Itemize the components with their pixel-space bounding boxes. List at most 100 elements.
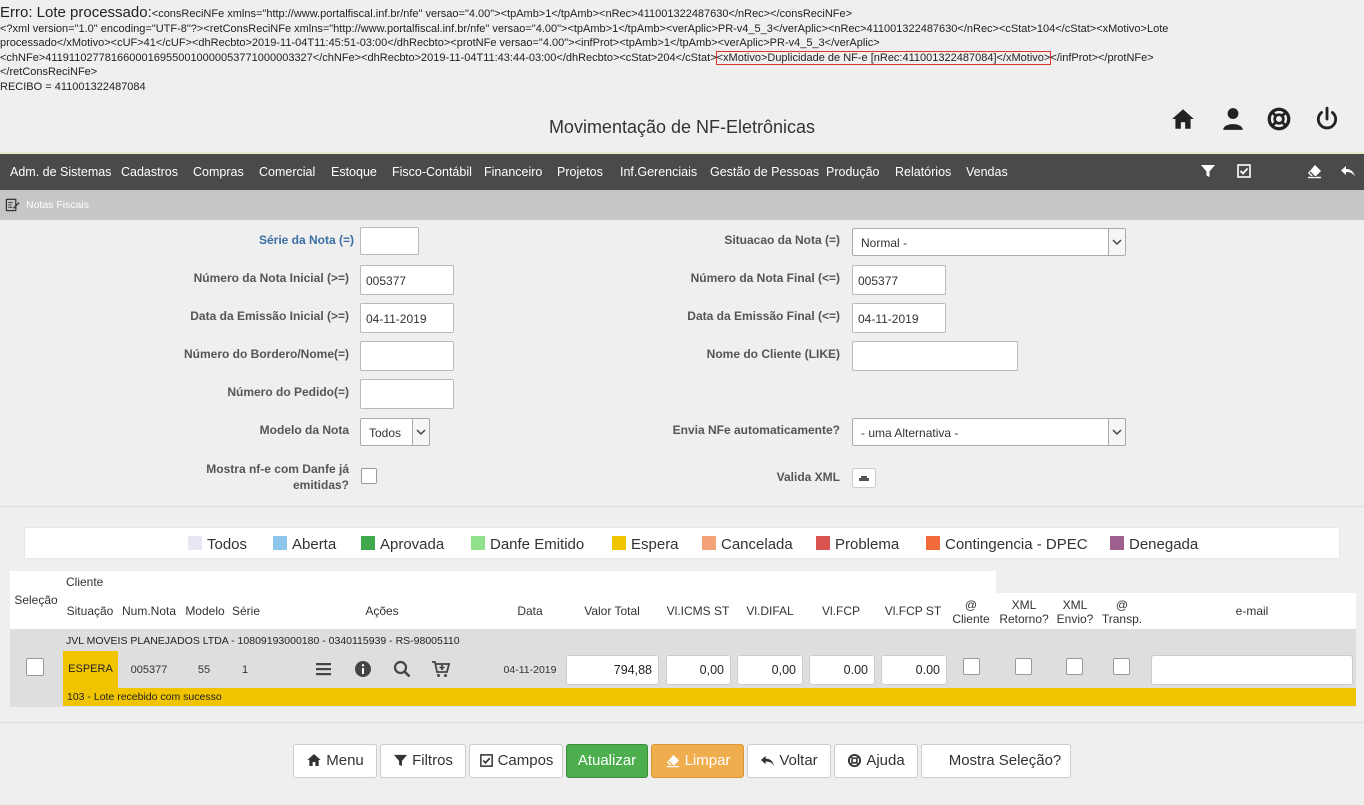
row-data: 04-11-2019 bbox=[503, 664, 557, 676]
ajuda-button[interactable]: Ajuda bbox=[834, 744, 918, 778]
legend-swatch bbox=[612, 536, 626, 550]
undo-icon[interactable] bbox=[1340, 163, 1358, 181]
menu-adm-sistemas[interactable]: Adm. de Sistemas bbox=[10, 154, 111, 190]
data-final-input[interactable]: 04-11-2019 bbox=[852, 303, 946, 333]
legend-swatch bbox=[273, 536, 287, 550]
legend-label: Contingencia - DPEC bbox=[945, 536, 1088, 553]
col-email-cliente: @ Cliente bbox=[948, 598, 994, 626]
search-icon[interactable] bbox=[393, 660, 413, 678]
num-inicial-label: Número da Nota Inicial (>=) bbox=[193, 271, 349, 285]
col-vl-fcp-st[interactable]: Vl.FCP ST bbox=[880, 604, 946, 618]
cliente-input[interactable] bbox=[852, 341, 1018, 371]
menu-bars-icon[interactable] bbox=[315, 660, 335, 678]
legend-swatch bbox=[188, 536, 202, 550]
info-icon[interactable] bbox=[354, 660, 374, 678]
pedido-input[interactable] bbox=[360, 379, 454, 409]
row-cliente: JVL MOVEIS PLANEJADOS LTDA - 10809193000… bbox=[66, 635, 460, 647]
row-email-cliente-checkbox[interactable] bbox=[963, 658, 980, 675]
col-vl-icms-st[interactable]: Vl.ICMS ST bbox=[666, 604, 730, 618]
legend-problema[interactable]: Problema bbox=[816, 536, 899, 553]
help-lifebuoy-icon[interactable] bbox=[1266, 106, 1294, 134]
col-selecao: Seleção bbox=[10, 571, 62, 629]
col-acoes: Ações bbox=[365, 604, 399, 618]
menu-relatorios[interactable]: Relatórios bbox=[895, 154, 951, 190]
chevron-down-icon bbox=[412, 419, 429, 445]
serie-input[interactable] bbox=[360, 227, 419, 255]
checkbox-icon bbox=[479, 754, 493, 767]
row-vl-fcp-st[interactable]: 0.00 bbox=[881, 655, 947, 685]
valida-xml-button[interactable] bbox=[852, 468, 876, 488]
filtros-button-label: Filtros bbox=[412, 752, 453, 769]
limpar-button[interactable]: Limpar bbox=[651, 744, 744, 778]
menu-fisco-contabil[interactable]: Fisco-Contábil bbox=[392, 154, 472, 190]
error-line1: <consReciNFe xmlns="http://www.portalfis… bbox=[151, 8, 853, 20]
col-vl-difal[interactable]: Vl.DIFAL bbox=[738, 604, 802, 618]
row-valor-total[interactable]: 794,88 bbox=[566, 655, 659, 685]
col-serie[interactable]: Série bbox=[228, 604, 264, 618]
situacao-select-value: Normal - bbox=[861, 236, 908, 250]
col-situacao[interactable]: Situação bbox=[64, 604, 116, 618]
menu-comercial[interactable]: Comercial bbox=[259, 154, 315, 190]
menu-button[interactable]: Menu bbox=[293, 744, 377, 778]
row-xml-retorno-checkbox[interactable] bbox=[1015, 658, 1032, 675]
row-select-checkbox[interactable] bbox=[26, 658, 44, 676]
menu-compras[interactable]: Compras bbox=[193, 154, 244, 190]
col-data[interactable]: Data bbox=[500, 604, 560, 618]
mostra-danfe-checkbox[interactable] bbox=[361, 468, 377, 484]
row-vl-fcp[interactable]: 0.00 bbox=[809, 655, 875, 685]
user-icon[interactable] bbox=[1220, 106, 1248, 134]
col-num-nota[interactable]: Num.Nota bbox=[119, 604, 179, 618]
menu-financeiro[interactable]: Financeiro bbox=[484, 154, 542, 190]
menu-inf-gerenciais[interactable]: Inf.Gerenciais bbox=[620, 154, 697, 190]
menu-cadastros[interactable]: Cadastros bbox=[121, 154, 178, 190]
filtros-button[interactable]: Filtros bbox=[380, 744, 466, 778]
voltar-button[interactable]: Voltar bbox=[747, 744, 831, 778]
breadcrumb-label[interactable]: Notas Fiscais bbox=[26, 199, 89, 211]
eraser-icon[interactable] bbox=[1306, 163, 1324, 181]
col-cliente: Cliente bbox=[66, 575, 104, 589]
col-valor-total[interactable]: Valor Total bbox=[566, 604, 658, 618]
row-vl-icms-st[interactable]: 0,00 bbox=[666, 655, 731, 685]
num-final-input[interactable]: 005377 bbox=[852, 265, 946, 295]
col-modelo[interactable]: Modelo bbox=[182, 604, 228, 618]
row-vl-difal[interactable]: 0,00 bbox=[737, 655, 803, 685]
menu-estoque[interactable]: Estoque bbox=[331, 154, 377, 190]
undo-icon bbox=[761, 755, 775, 767]
menu-producao[interactable]: Produção bbox=[826, 154, 880, 190]
error-line2: <?xml version="1.0" encoding="UTF-8"?><r… bbox=[0, 22, 1169, 35]
bordero-input[interactable] bbox=[360, 341, 454, 371]
legend-cancelada[interactable]: Cancelada bbox=[702, 536, 793, 553]
legend-denegada[interactable]: Denegada bbox=[1110, 536, 1198, 553]
menu-vendas[interactable]: Vendas bbox=[966, 154, 1008, 190]
envia-select[interactable]: - uma Alternativa - bbox=[852, 418, 1126, 446]
legend-danfe-emitido[interactable]: Danfe Emitido bbox=[471, 536, 584, 553]
menu-gestao-pessoas[interactable]: Gestão de Pessoas bbox=[710, 154, 819, 190]
filter-icon[interactable] bbox=[1200, 163, 1218, 181]
legend-espera[interactable]: Espera bbox=[612, 536, 679, 553]
legend-contingencia[interactable]: Contingencia - DPEC bbox=[926, 536, 1088, 553]
data-inicial-input[interactable]: 04-11-2019 bbox=[360, 303, 454, 333]
col-xml-envio-2: Envio? bbox=[1056, 612, 1094, 626]
legend-label: Espera bbox=[631, 536, 679, 553]
campos-button[interactable]: Campos bbox=[469, 744, 563, 778]
situacao-select[interactable]: Normal - bbox=[852, 228, 1126, 256]
col-vl-fcp[interactable]: Vl.FCP bbox=[809, 604, 873, 618]
menu-projetos[interactable]: Projetos bbox=[557, 154, 603, 190]
power-icon[interactable] bbox=[1314, 106, 1342, 134]
mostra-selecao-button[interactable]: Mostra Seleção? bbox=[921, 744, 1071, 778]
modelo-select[interactable]: Todos bbox=[360, 418, 430, 446]
data-final-label: Data da Emissão Final (<=) bbox=[687, 309, 840, 323]
num-inicial-input[interactable]: 005377 bbox=[360, 265, 454, 295]
legend-todos[interactable]: Todos bbox=[188, 536, 247, 553]
legend-aprovada[interactable]: Aprovada bbox=[361, 536, 444, 553]
legend-aberta[interactable]: Aberta bbox=[273, 536, 336, 553]
checkbox-icon[interactable] bbox=[1236, 163, 1254, 181]
row-email-transp-checkbox[interactable] bbox=[1113, 658, 1130, 675]
situacao-label: Situacao da Nota (=) bbox=[724, 233, 840, 247]
home-icon[interactable] bbox=[1170, 106, 1198, 134]
atualizar-button[interactable]: Atualizar bbox=[566, 744, 648, 778]
cart-add-icon[interactable] bbox=[431, 660, 451, 678]
row-xml-envio-checkbox[interactable] bbox=[1066, 658, 1083, 675]
chevron-down-icon bbox=[1108, 229, 1125, 255]
row-email-input[interactable] bbox=[1151, 655, 1353, 685]
